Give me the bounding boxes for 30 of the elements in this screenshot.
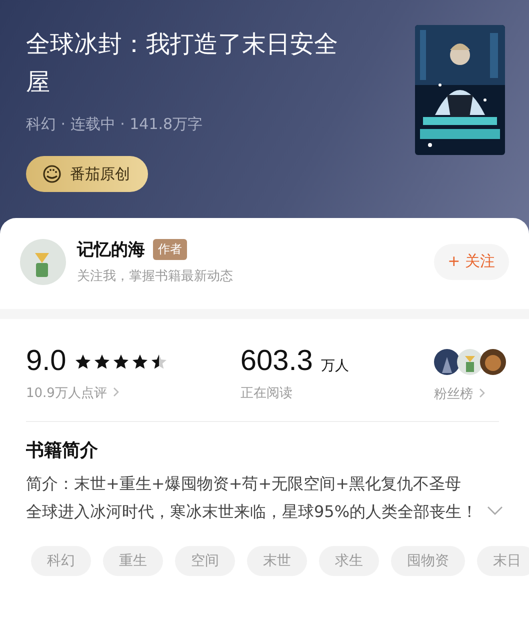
- dial-icon: [42, 164, 62, 184]
- author-name: 记忆的海: [77, 239, 145, 261]
- rating-score: 9.0: [26, 345, 66, 378]
- reviews-link[interactable]: 10.9万人点评: [26, 384, 168, 402]
- readers-label: 正在阅读: [240, 385, 294, 402]
- genre-tag[interactable]: 空间: [175, 546, 235, 576]
- chevron-right-icon: [479, 388, 486, 398]
- fan-avatar[interactable]: [434, 349, 460, 375]
- original-badge[interactable]: 番茄原创: [26, 156, 148, 192]
- intro-text: 全球进入冰河时代，寒冰末世来临，星球95%的人类全部丧生！: [26, 501, 479, 523]
- genre-tag[interactable]: 末世: [247, 546, 307, 576]
- section-heading: 书籍简介: [26, 439, 99, 462]
- follow-button[interactable]: + 关注: [434, 244, 509, 280]
- book-meta: 科幻 · 连载中 · 141.8万字: [26, 115, 204, 134]
- genre-tag[interactable]: 末日: [477, 546, 529, 576]
- genre-tag[interactable]: 科幻: [31, 546, 91, 576]
- readers-unit: 万人: [320, 357, 349, 375]
- author-tag: 作者: [153, 239, 187, 260]
- chevron-right-icon: [113, 387, 120, 397]
- genre-tag[interactable]: 求生: [319, 546, 379, 576]
- genre-tag[interactable]: 重生: [103, 546, 163, 576]
- fan-avatar[interactable]: [480, 349, 506, 375]
- fans-ranking-link[interactable]: 粉丝榜: [434, 385, 486, 403]
- genre-tag[interactable]: 囤物资: [391, 546, 465, 576]
- author-avatar[interactable]: [20, 238, 66, 284]
- intro-text: 简介：末世+重生+爆囤物资+苟+无限空间+黑化复仇不圣母: [26, 473, 462, 495]
- book-title: 全球冰封：我打造了末日安全屋: [26, 29, 338, 98]
- fan-avatar[interactable]: [457, 349, 483, 375]
- author-subtitle: 关注我，掌握书籍最新动态: [77, 268, 234, 285]
- readers-count: 603.3: [240, 345, 313, 378]
